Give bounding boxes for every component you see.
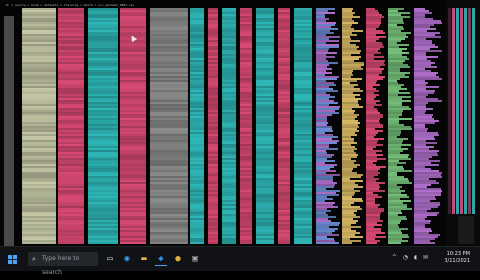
- file-explorer-icon[interactable]: ▬: [138, 253, 150, 265]
- minimap-column: [460, 8, 463, 214]
- code-token: [58, 242, 84, 244]
- code-token: [190, 242, 204, 244]
- clock-time: 10:23 PM: [446, 251, 470, 257]
- minimap-column: [452, 8, 455, 214]
- chrome-icon[interactable]: ●: [172, 253, 184, 265]
- minimap-column: [468, 8, 471, 214]
- code-token: [388, 242, 401, 244]
- minimap[interactable]: [446, 0, 480, 246]
- code-token: [316, 242, 339, 244]
- code-token: [366, 242, 377, 244]
- code-token: [342, 242, 353, 244]
- search-input[interactable]: ⌕ Type here to search: [28, 252, 98, 276]
- vscode-icon[interactable]: ◆: [155, 253, 167, 266]
- task-view-icon[interactable]: ▭: [104, 253, 116, 265]
- code-token: [222, 242, 236, 244]
- terminal-icon[interactable]: ▣: [189, 253, 201, 265]
- code-token: [120, 242, 146, 244]
- search-placeholder: Type here to search: [42, 255, 80, 276]
- code-token: [240, 242, 252, 244]
- minimap-column: [472, 8, 475, 214]
- minimap-column: [456, 8, 459, 214]
- line-number-gutter: [0, 8, 18, 246]
- minimap-column: [448, 8, 451, 214]
- code-token: [278, 242, 290, 244]
- clock[interactable]: 10:23 PM 3/11/2021: [444, 251, 470, 267]
- search-icon: ⌕: [32, 255, 36, 263]
- code-token: [88, 242, 118, 244]
- code-token: [150, 242, 188, 244]
- code-editor[interactable]: D: > source > blob > datasets > training…: [0, 0, 480, 246]
- clock-date: 3/11/2021: [444, 258, 470, 264]
- code-token: [208, 242, 218, 244]
- code-token: [294, 242, 312, 244]
- system-tray-icons[interactable]: ^ ◔ ◖ ✉: [392, 254, 430, 261]
- code-token: [22, 242, 56, 244]
- windows-start-icon[interactable]: [6, 253, 18, 265]
- taskbar: ⌕ Type here to search ▭ ◉ ▬ ◆ ● ▣ ^ ◔ ◖ …: [0, 246, 480, 276]
- minimap-column: [464, 8, 467, 214]
- edge-icon[interactable]: ◉: [121, 253, 133, 265]
- code-token: [414, 242, 435, 244]
- code-token: [256, 242, 274, 244]
- scrollbar-thumb[interactable]: [458, 216, 474, 244]
